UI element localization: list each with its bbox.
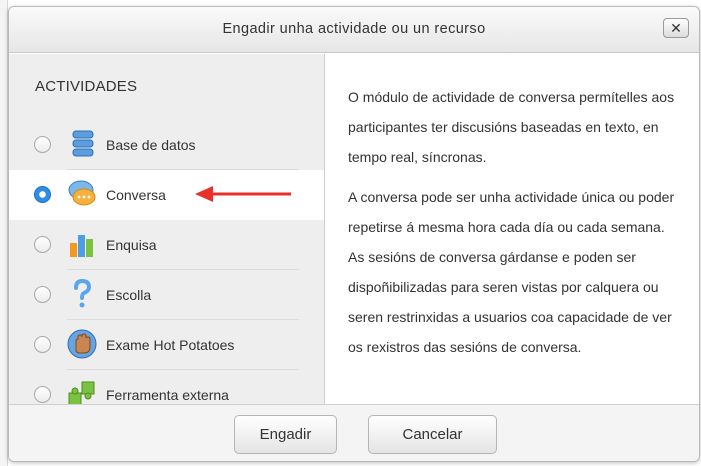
database-icon (72, 130, 94, 157)
add-activity-dialog: Engadir unha actividade ou un recurso ✕ … (8, 6, 700, 462)
radio-choice[interactable] (34, 286, 51, 303)
item-label: Ferramenta externa (106, 387, 229, 403)
add-button[interactable]: Engadir (234, 415, 337, 454)
description-paragraph: A conversa pode ser unha actividade únic… (348, 189, 675, 355)
item-label: Conversa (106, 187, 166, 203)
close-button[interactable]: ✕ (663, 18, 689, 38)
description-panel: O módulo de actividade de conversa permí… (326, 54, 699, 404)
background-page-edge (0, 0, 8, 466)
section-heading-activities: ACTIVIDADES (35, 78, 138, 95)
list-item-database[interactable]: Base de datos (9, 120, 324, 170)
annotation-arrow-icon (195, 186, 291, 202)
question-mark-icon (74, 279, 92, 308)
chat-icon (68, 180, 96, 206)
activity-list-panel: ACTIVIDADES Base de datos Conversa Enqui… (9, 54, 325, 404)
list-item-survey[interactable]: Enquisa (9, 220, 324, 270)
dialog-header: Engadir unha actividade ou un recurso ✕ (9, 7, 699, 53)
list-item-chat[interactable]: Conversa (9, 170, 324, 220)
dialog-title: Engadir unha actividade ou un recurso (222, 21, 486, 37)
item-label: Enquisa (106, 237, 157, 253)
item-label: Escolla (106, 287, 152, 303)
radio-chat[interactable] (34, 186, 51, 203)
item-label: Exame Hot Potatoes (106, 337, 235, 353)
dialog-footer: Engadir Cancelar (9, 404, 699, 461)
radio-external-tool[interactable] (34, 386, 51, 403)
hot-potatoes-hand-icon (67, 329, 97, 359)
list-item-choice[interactable]: Escolla (9, 270, 324, 320)
bar-chart-icon (70, 235, 93, 257)
description-paragraph: O módulo de actividade de conversa permí… (348, 89, 675, 165)
radio-database[interactable] (34, 136, 51, 153)
cancel-button[interactable]: Cancelar (368, 415, 497, 454)
puzzle-piece-icon (68, 381, 95, 404)
radio-survey[interactable] (34, 236, 51, 253)
list-item-external-tool[interactable]: Ferramenta externa (9, 370, 324, 404)
radio-hot-potatoes[interactable] (34, 336, 51, 353)
item-label: Base de datos (106, 137, 196, 153)
list-item-hot-potatoes[interactable]: Exame Hot Potatoes (9, 320, 324, 370)
